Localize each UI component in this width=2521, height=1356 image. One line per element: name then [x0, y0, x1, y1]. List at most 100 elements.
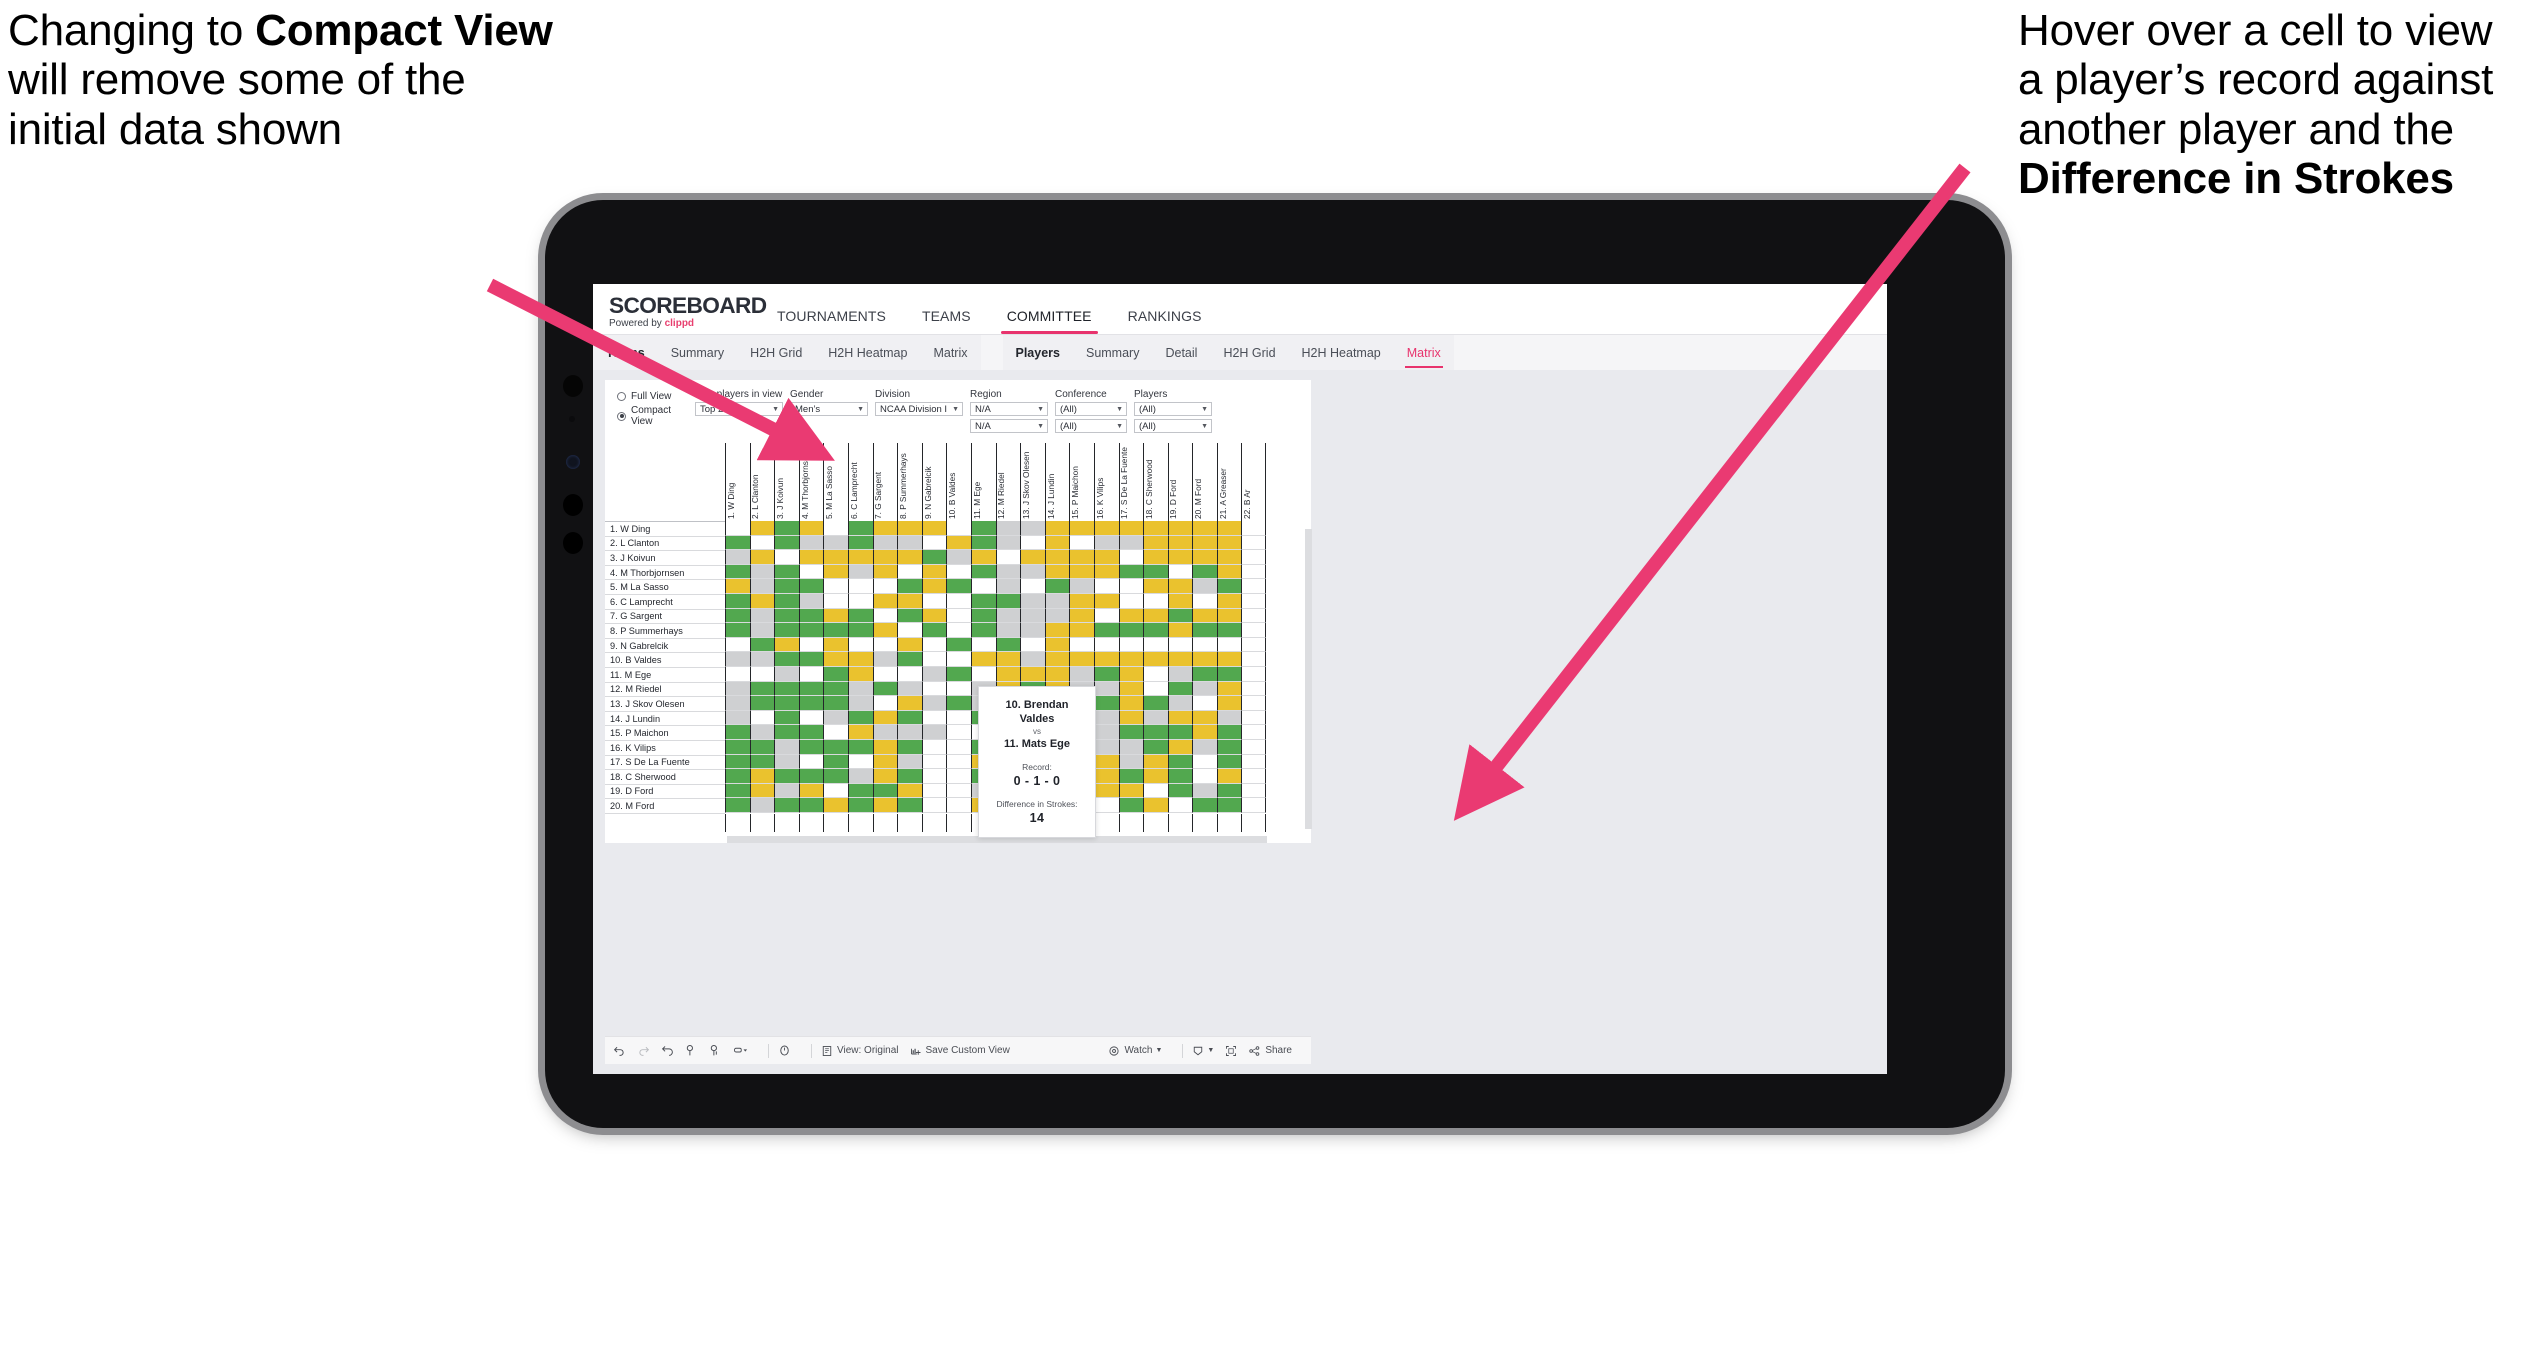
matrix-cell[interactable] [823, 521, 848, 536]
view-original-button[interactable]: View: Original [821, 1045, 899, 1057]
revert-icon[interactable] [661, 1044, 674, 1057]
matrix-cell[interactable] [970, 521, 996, 536]
matrix-cell[interactable] [749, 623, 775, 638]
matrix-cell[interactable] [946, 579, 971, 594]
matrix-cell[interactable] [995, 593, 1021, 609]
matrix-cell[interactable] [1118, 754, 1144, 770]
matrix-cell[interactable] [1044, 521, 1070, 536]
matrix-cell[interactable] [774, 564, 799, 580]
select-region[interactable]: N/A ▼ [970, 402, 1048, 416]
matrix-cell[interactable] [970, 593, 996, 609]
matrix-cell[interactable] [1143, 681, 1168, 697]
matrix-cell[interactable] [1118, 579, 1144, 594]
matrix-cell[interactable] [1020, 623, 1045, 638]
matrix-cell[interactable] [798, 637, 824, 653]
matrix-cell[interactable] [946, 550, 971, 565]
matrix-cell[interactable] [970, 637, 996, 653]
matrix-cell[interactable] [1118, 681, 1144, 697]
matrix-cell[interactable] [1167, 608, 1193, 624]
matrix-cell[interactable] [1044, 623, 1070, 638]
subnav-item-h2h-heatmap[interactable]: H2H Heatmap [1289, 335, 1394, 371]
matrix-cell[interactable] [1192, 696, 1217, 711]
matrix-cell[interactable] [970, 564, 996, 580]
matrix-cell[interactable] [749, 535, 775, 551]
matrix-cell[interactable] [1020, 564, 1045, 580]
matrix-cell[interactable] [1241, 579, 1267, 594]
matrix-cell[interactable] [749, 637, 775, 653]
matrix-cell[interactable] [749, 608, 775, 624]
matrix-cell[interactable] [823, 637, 848, 653]
matrix-cell[interactable] [1143, 710, 1168, 726]
matrix-cell[interactable] [921, 754, 947, 770]
matrix-cell[interactable] [946, 725, 971, 740]
matrix-cell[interactable] [847, 535, 873, 551]
matrix-cell[interactable] [921, 550, 947, 565]
matrix-cell[interactable] [1216, 564, 1242, 580]
matrix-cell[interactable] [847, 710, 873, 726]
matrix-cell[interactable] [897, 579, 922, 594]
matrix-cell[interactable] [725, 521, 750, 536]
matrix-cell[interactable] [1020, 521, 1045, 536]
matrix-cell[interactable] [1020, 666, 1045, 682]
matrix-cell[interactable] [1192, 564, 1217, 580]
matrix-cell[interactable] [1044, 652, 1070, 667]
chevron-down-icon[interactable]: ▼ [1116, 423, 1123, 430]
matrix-cell[interactable] [897, 564, 922, 580]
matrix-cell[interactable] [1020, 593, 1045, 609]
matrix-cell[interactable] [823, 725, 848, 740]
select-region-2[interactable]: N/A ▼ [970, 419, 1048, 433]
matrix-cell[interactable] [872, 550, 898, 565]
matrix-cell[interactable] [1143, 608, 1168, 624]
matrix-cell[interactable] [1118, 564, 1144, 580]
matrix-cell[interactable] [774, 637, 799, 653]
matrix-cell[interactable] [1216, 579, 1242, 594]
matrix-cell[interactable] [921, 783, 947, 799]
matrix-cell[interactable] [872, 681, 898, 697]
matrix-cell[interactable] [1069, 608, 1094, 624]
matrix-cell[interactable] [1216, 783, 1242, 799]
matrix-cell[interactable] [725, 681, 750, 697]
matrix-cell[interactable] [872, 521, 898, 536]
matrix-cell[interactable] [897, 666, 922, 682]
matrix-cell[interactable] [1167, 681, 1193, 697]
matrix-cell[interactable] [1241, 521, 1267, 536]
matrix-cell[interactable] [1192, 637, 1217, 653]
matrix-cell[interactable] [1192, 623, 1217, 638]
filter-bar[interactable]: Full View Compact View Max players in vi… [605, 380, 1311, 443]
matrix-cell[interactable] [1143, 798, 1168, 813]
matrix-cell[interactable] [1241, 564, 1267, 580]
matrix-cell[interactable] [1044, 535, 1070, 551]
matrix-cell[interactable] [995, 550, 1021, 565]
matrix-cell[interactable] [946, 696, 971, 711]
matrix-cell[interactable] [1216, 593, 1242, 609]
matrix-cell[interactable] [725, 564, 750, 580]
matrix-cell[interactable] [1241, 608, 1267, 624]
matrix-cell[interactable] [1069, 593, 1094, 609]
download-icon[interactable]: ▼ [1192, 1045, 1214, 1057]
matrix-cell[interactable] [823, 739, 848, 755]
matrix-cell[interactable] [1192, 550, 1217, 565]
matrix-cell[interactable] [1192, 754, 1217, 770]
matrix-cell[interactable] [921, 739, 947, 755]
matrix-cell[interactable] [1069, 623, 1094, 638]
matrix-cell[interactable] [749, 593, 775, 609]
subnav-item-h2h-grid[interactable]: H2H Grid [737, 335, 815, 371]
matrix-cell[interactable] [1143, 783, 1168, 799]
matrix-cell[interactable] [1167, 710, 1193, 726]
pause-icon[interactable] [709, 1044, 722, 1057]
matrix-cell[interactable] [921, 696, 947, 711]
matrix-cell[interactable] [823, 579, 848, 594]
matrix-cell[interactable] [798, 666, 824, 682]
matrix-cell[interactable] [774, 535, 799, 551]
matrix-cell[interactable] [921, 535, 947, 551]
matrix-cell[interactable] [847, 725, 873, 740]
matrix-cell[interactable] [823, 783, 848, 799]
matrix-cell[interactable] [1216, 710, 1242, 726]
matrix-cell[interactable] [725, 550, 750, 565]
matrix-cell[interactable] [725, 637, 750, 653]
subnav-item-matrix[interactable]: Matrix [1394, 335, 1454, 371]
matrix-cell[interactable] [798, 783, 824, 799]
matrix-cell[interactable] [872, 637, 898, 653]
matrix-cell[interactable] [946, 681, 971, 697]
refresh-icon[interactable] [685, 1044, 698, 1057]
